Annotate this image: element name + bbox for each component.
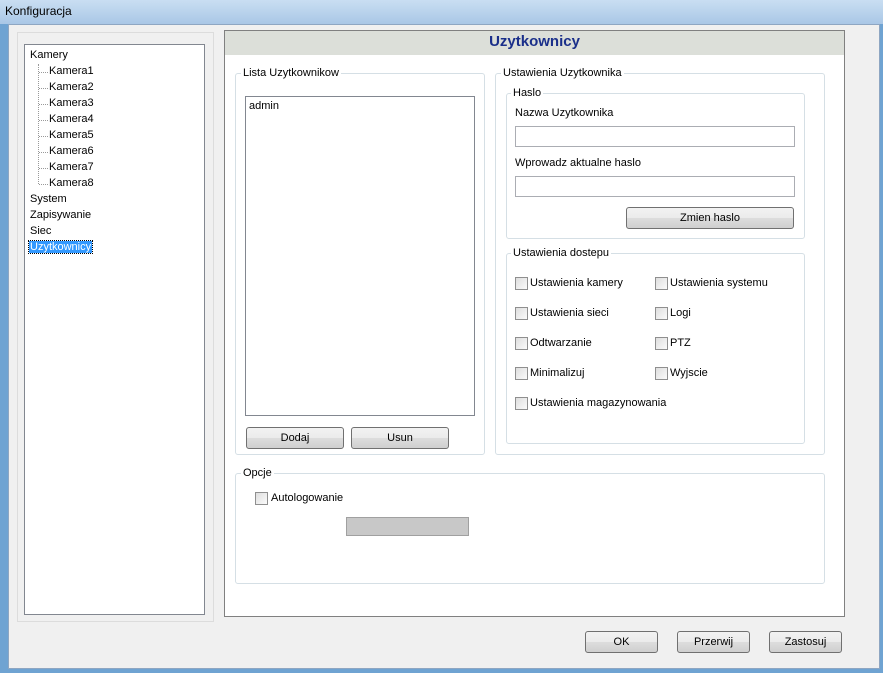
- tree-item-kamera3[interactable]: Kamera3: [49, 96, 94, 111]
- exit-label: Wyjscie: [670, 367, 708, 379]
- tree-item-kamera6[interactable]: Kamera6: [49, 144, 94, 159]
- options-group: [235, 473, 825, 584]
- playback-label: Odtwarzanie: [530, 337, 592, 349]
- tree-item-label: Kamera1: [49, 65, 94, 77]
- tree-connector: [39, 88, 48, 89]
- playback-checkbox[interactable]: [515, 337, 528, 350]
- tree-connector: [39, 152, 48, 153]
- tree-item-kamera4[interactable]: Kamera4: [49, 112, 94, 127]
- tree-item-label: Kamera2: [49, 81, 94, 93]
- tree-item-label: System: [30, 193, 67, 205]
- tree-item-label: Kamera6: [49, 145, 94, 157]
- tree-connector: [39, 136, 48, 137]
- tree-item-label: Kamera7: [49, 161, 94, 173]
- network-settings-checkbox[interactable]: [515, 307, 528, 320]
- change-password-button[interactable]: Zmien haslo: [626, 207, 794, 229]
- username-field[interactable]: [515, 126, 795, 147]
- tree-item-kamera8[interactable]: Kamera8: [49, 176, 94, 191]
- page-title: Uzytkownicy: [225, 31, 844, 55]
- tree-item-label: Siec: [30, 225, 52, 237]
- window-titlebar[interactable]: Konfiguracja: [0, 0, 883, 24]
- access-settings-group-title: Ustawienia dostepu: [511, 247, 612, 259]
- minimize-checkbox[interactable]: [515, 367, 528, 380]
- ok-button[interactable]: OK: [585, 631, 658, 653]
- tree-item-label: Kamera4: [49, 113, 94, 125]
- tree-item-system[interactable]: System: [30, 192, 67, 207]
- system-settings-checkbox[interactable]: [655, 277, 668, 290]
- cancel-button[interactable]: Przerwij: [677, 631, 750, 653]
- add-user-button[interactable]: Dodaj: [246, 427, 344, 449]
- ptz-label: PTZ: [670, 337, 691, 349]
- tree-item-uzytkownicy[interactable]: Uzytkownicy: [27, 240, 94, 255]
- camera-settings-checkbox[interactable]: [515, 277, 528, 290]
- autologin-checkbox[interactable]: [255, 492, 268, 505]
- apply-button[interactable]: Zastosuj: [769, 631, 842, 653]
- tree-connector: [39, 120, 48, 121]
- username-label: Nazwa Uzytkownika: [515, 107, 614, 119]
- tree-item-kamera2[interactable]: Kamera2: [49, 80, 94, 95]
- password-group-title: Haslo: [511, 87, 544, 99]
- camera-settings-label: Ustawienia kamery: [530, 277, 623, 289]
- current-password-label: Wprowadz aktualne haslo: [515, 157, 641, 169]
- list-item-admin[interactable]: admin: [249, 100, 279, 112]
- tree-connector: [39, 104, 48, 105]
- tree-item-label: Kamery: [30, 49, 68, 61]
- tree-connector: [39, 72, 48, 73]
- tree-item-label: Kamera5: [49, 129, 94, 141]
- navigation-tree[interactable]: Kamery Kamera1 Kamera2 Kamera3 Kamera4 K…: [24, 44, 205, 615]
- system-settings-label: Ustawienia systemu: [670, 277, 768, 289]
- storage-settings-checkbox[interactable]: [515, 397, 528, 410]
- tree-item-label: Kamera8: [49, 177, 94, 189]
- window-title: Konfiguracja: [5, 4, 72, 18]
- network-settings-label: Ustawienia sieci: [530, 307, 609, 319]
- minimize-label: Minimalizuj: [530, 367, 585, 379]
- tree-connector: [39, 184, 48, 185]
- tree-item-label: Uzytkownicy: [27, 240, 94, 254]
- user-settings-group-title: Ustawienia Uzytkownika: [501, 67, 624, 79]
- tree-item-label: Kamera3: [49, 97, 94, 109]
- logs-label: Logi: [670, 307, 691, 319]
- tree-item-kamera5[interactable]: Kamera5: [49, 128, 94, 143]
- current-password-field[interactable]: [515, 176, 795, 197]
- autologin-user-field: [346, 517, 469, 536]
- tree-item-zapisywanie[interactable]: Zapisywanie: [30, 208, 91, 223]
- remove-user-button[interactable]: Usun: [351, 427, 449, 449]
- tree-item-kamera7[interactable]: Kamera7: [49, 160, 94, 175]
- ptz-checkbox[interactable]: [655, 337, 668, 350]
- autologin-label: Autologowanie: [271, 492, 344, 504]
- tree-item-kamery[interactable]: Kamery: [30, 48, 68, 63]
- tree-item-siec[interactable]: Siec: [30, 224, 51, 239]
- exit-checkbox[interactable]: [655, 367, 668, 380]
- user-list-group-title: Lista Uzytkownikow: [241, 67, 341, 79]
- user-listbox[interactable]: admin: [245, 96, 475, 416]
- tree-connector: [39, 168, 48, 169]
- tree-connector: [38, 64, 39, 184]
- tree-item-label: Zapisywanie: [30, 209, 92, 221]
- tree-item-kamera1[interactable]: Kamera1: [49, 64, 94, 79]
- options-group-title: Opcje: [241, 467, 274, 479]
- storage-settings-label: Ustawienia magazynowania: [530, 397, 667, 409]
- logs-checkbox[interactable]: [655, 307, 668, 320]
